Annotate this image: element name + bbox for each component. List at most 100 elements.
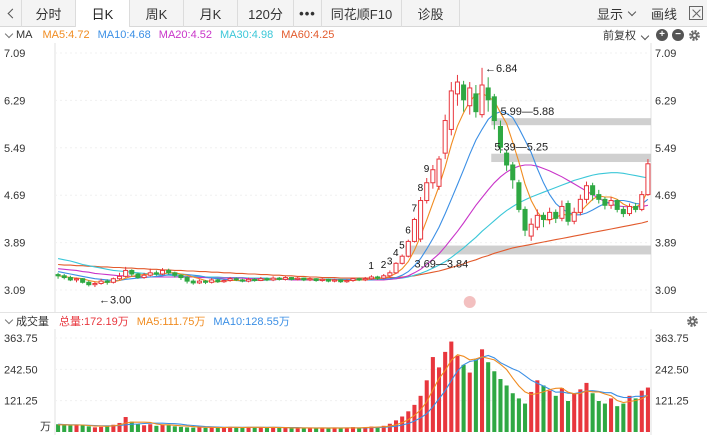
volume-bar	[553, 395, 558, 432]
volume-unit-label: 万	[40, 421, 51, 433]
tab-weekly-k[interactable]: 周K	[130, 0, 184, 27]
candle-body	[393, 262, 399, 274]
volume-bar	[62, 424, 67, 432]
candle-body	[332, 279, 338, 282]
candle-body	[485, 87, 491, 101]
sequence-count-label: 8	[418, 183, 424, 194]
candle-body	[92, 282, 98, 286]
volume-total: 总量:172.19万	[59, 316, 129, 328]
volume-bar	[578, 389, 583, 432]
gear-icon[interactable]	[688, 29, 701, 42]
chevron-down-icon[interactable]	[4, 29, 14, 38]
candle-body	[73, 278, 80, 281]
draw-line-button[interactable]: 画线	[643, 0, 685, 27]
chevron-left-icon	[7, 8, 18, 18]
volume-bar	[289, 428, 294, 432]
adjust-menu[interactable]: 前复权	[603, 27, 650, 43]
ths-logo-icon	[463, 296, 476, 308]
candle-body	[399, 255, 405, 264]
volume-bar	[486, 362, 491, 432]
diagnose-button[interactable]: 诊股	[402, 0, 460, 27]
back-button[interactable]	[0, 0, 22, 27]
zoom-in-button[interactable]: +	[656, 29, 668, 41]
candle-body	[633, 205, 639, 210]
candle-body	[98, 280, 104, 284]
candle-body	[215, 279, 221, 283]
volume-bar	[172, 426, 177, 432]
y-tick-label-right: 242.50	[655, 364, 689, 376]
sequence-count-label: 6	[405, 226, 411, 237]
volume-indicator-row: 成交量 总量:172.19万 MA5:111.75万 MA10:128.55万	[0, 312, 707, 329]
volume-bar	[418, 395, 423, 432]
volume-bar	[467, 372, 472, 432]
tab-monthly-k[interactable]: 月K	[184, 0, 238, 27]
volume-bar	[510, 393, 515, 432]
sequence-count-label: 2	[381, 260, 387, 271]
volume-bar	[498, 379, 503, 432]
candle-body	[540, 214, 547, 220]
volume-bar	[559, 388, 564, 432]
f10-button[interactable]: 同花顺F10	[322, 0, 402, 27]
ma20-value: MA20:4.52	[158, 29, 212, 41]
zoom-out-button[interactable]: −	[672, 29, 684, 41]
candle-body	[583, 185, 590, 200]
candle-body	[153, 272, 159, 275]
sequence-count-label: 7	[411, 204, 417, 215]
volume-bar	[154, 425, 159, 432]
tab-daily-k[interactable]: 日K	[76, 0, 130, 27]
volume-bar	[461, 364, 466, 432]
volume-bar	[504, 385, 509, 432]
volume-bar	[615, 406, 620, 432]
ma-indicator-row: MA MA5:4.72 MA10:4.68 MA20:4.52 MA30:4.9…	[0, 27, 707, 43]
candle-body	[577, 198, 583, 213]
candle-body	[534, 214, 540, 228]
y-tick-label-left: 363.75	[4, 333, 38, 345]
volume-chart[interactable]: 363.75 363.75 242.50 242.50 121.25 121.25 万	[0, 329, 707, 435]
candle-body	[264, 278, 270, 281]
more-button[interactable]: •••	[294, 0, 322, 27]
volume-bar	[166, 425, 171, 432]
ma30-value: MA30:4.98	[220, 29, 274, 41]
volume-ma10: MA10:128.55万	[213, 316, 290, 328]
volume-bar	[142, 425, 147, 432]
candle-body	[203, 280, 209, 283]
candle-body	[614, 200, 620, 210]
volume-bar	[338, 428, 343, 432]
candle-body	[190, 280, 196, 284]
y-tick-label-right: 3.09	[655, 285, 676, 297]
candlestick-chart[interactable]: 7.09 7.09 6.29 6.29 5.49 5.49 4.69 4.69 3.89 3.89…	[0, 43, 707, 312]
tab-120min[interactable]: 120分	[238, 0, 294, 27]
gear-icon[interactable]	[686, 315, 699, 328]
volume-bar	[234, 427, 239, 432]
volume-bar	[535, 380, 540, 432]
candle-body	[602, 198, 608, 206]
volume-bar	[160, 424, 165, 432]
candle-body	[282, 277, 288, 280]
candle-body	[436, 158, 442, 187]
candle-body	[442, 120, 448, 154]
volume-name[interactable]: 成交量	[16, 313, 49, 329]
candle-body	[596, 194, 602, 200]
band-label: 3.69—3.84	[414, 258, 468, 270]
candle-body	[116, 275, 123, 280]
indicator-name[interactable]: MA	[16, 29, 33, 41]
volume-bar	[203, 427, 208, 432]
candle-body	[424, 182, 430, 202]
candle-body	[461, 84, 467, 101]
ma5-value: MA5:4.72	[42, 29, 90, 41]
tab-intraday[interactable]: 分时	[22, 0, 76, 27]
candle-body	[387, 272, 393, 277]
close-button[interactable]	[685, 2, 707, 24]
volume-bar	[246, 427, 251, 432]
candle-body	[350, 278, 356, 282]
chevron-down-icon[interactable]	[4, 315, 14, 324]
candle-body	[491, 96, 497, 122]
candle-body	[61, 275, 67, 279]
volume-bar	[99, 426, 104, 432]
display-menu[interactable]: 显示	[589, 0, 643, 27]
candle-body	[344, 280, 350, 283]
candle-body	[196, 280, 202, 284]
candle-body	[252, 278, 258, 282]
candle-body	[270, 277, 276, 281]
volume-bar	[529, 391, 534, 432]
